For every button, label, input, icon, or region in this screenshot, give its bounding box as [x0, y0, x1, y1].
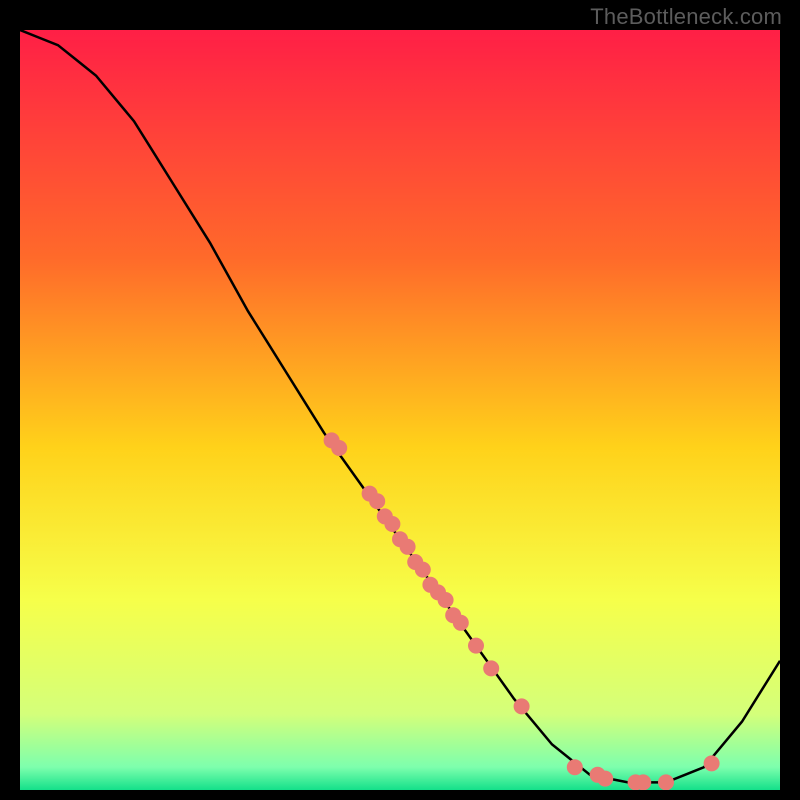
data-marker [415, 562, 431, 578]
data-marker [514, 698, 530, 714]
data-marker [438, 592, 454, 608]
chart-frame [20, 30, 780, 790]
data-marker [468, 638, 484, 654]
data-marker [453, 615, 469, 631]
data-marker [658, 774, 674, 790]
data-marker [597, 771, 613, 787]
data-marker [567, 759, 583, 775]
data-marker [331, 440, 347, 456]
data-marker [635, 774, 651, 790]
gradient-background [20, 30, 780, 790]
bottleneck-curve-chart [20, 30, 780, 790]
data-marker [483, 660, 499, 676]
data-marker [400, 539, 416, 555]
data-marker [384, 516, 400, 532]
watermark-text: TheBottleneck.com [590, 4, 782, 30]
data-marker [704, 755, 720, 771]
data-marker [369, 493, 385, 509]
